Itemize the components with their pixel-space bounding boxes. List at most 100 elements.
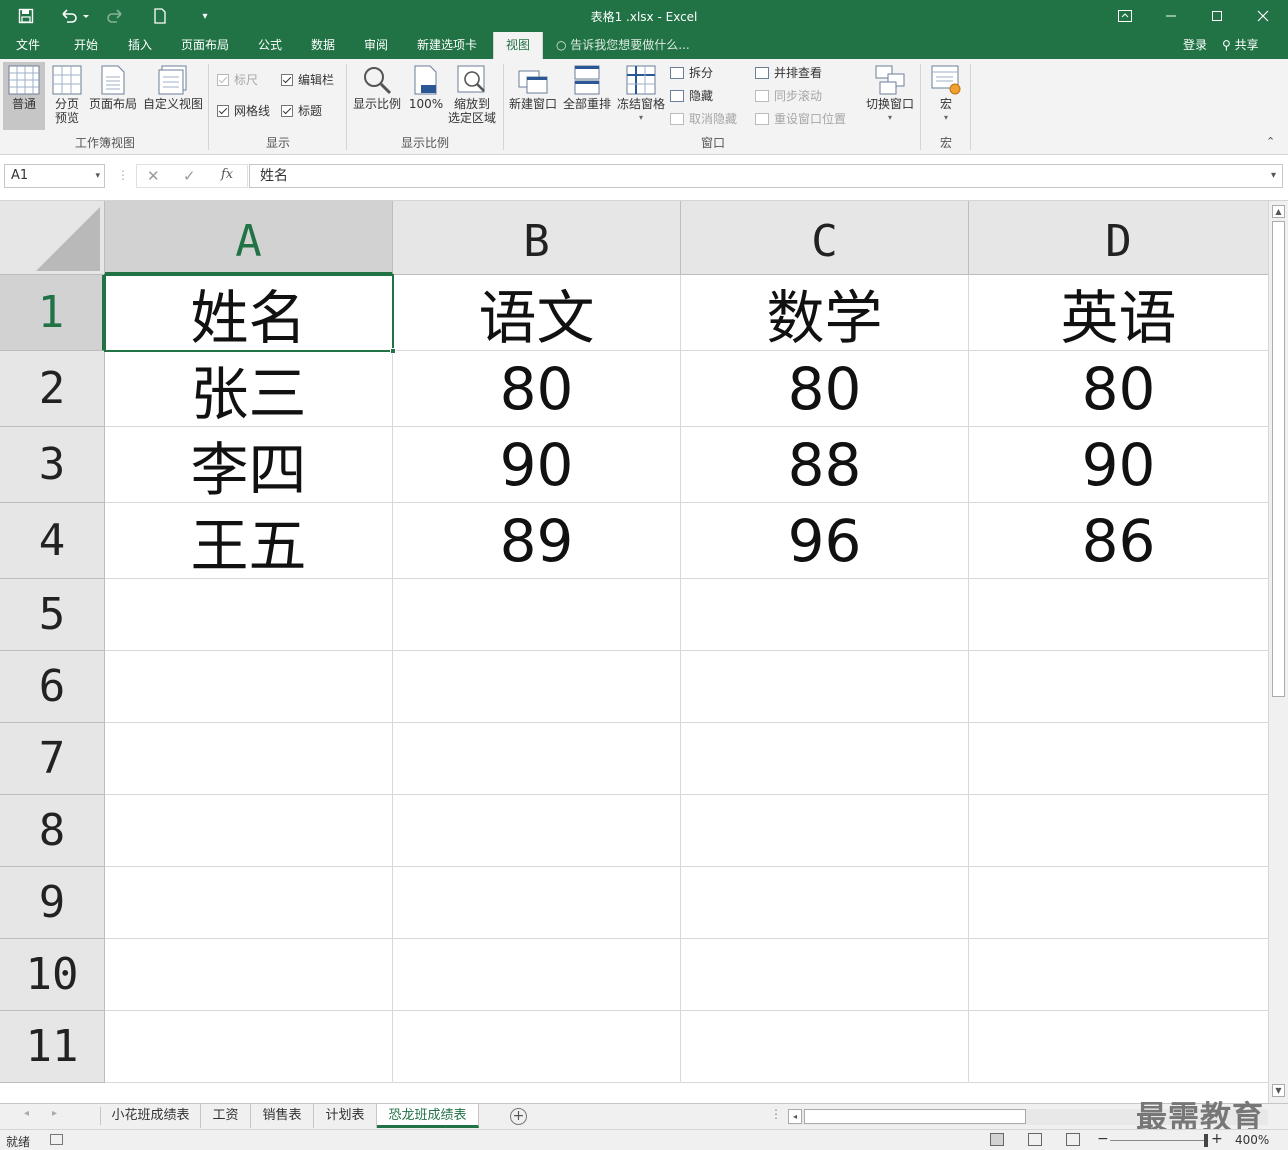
cell-c4[interactable]: 96 [681, 503, 969, 579]
next-sheet-icon[interactable]: ▸ [52, 1108, 57, 1119]
cell-a10[interactable] [105, 939, 393, 1011]
tab-view[interactable]: 视图 [493, 32, 543, 59]
tab-page-layout[interactable]: 页面布局 [172, 32, 238, 59]
undo-icon[interactable] [56, 5, 92, 27]
tell-me-box[interactable]: ○ 告诉我您想要做什么... [556, 32, 690, 59]
cell-d4[interactable]: 86 [969, 503, 1268, 579]
zoom-100-button[interactable]: 100% [406, 62, 446, 130]
enter-icon[interactable]: ✓ [183, 167, 196, 185]
select-all-corner[interactable] [0, 201, 105, 275]
horizontal-scroll-thumb[interactable] [804, 1109, 1026, 1124]
normal-view-button[interactable]: 普通 [3, 62, 45, 130]
cell-c7[interactable] [681, 723, 969, 795]
ribbon-display-options-icon[interactable] [1102, 0, 1148, 32]
cell-b4[interactable]: 89 [393, 503, 681, 579]
zoom-slider-thumb[interactable] [1204, 1134, 1208, 1147]
page-layout-view-button[interactable]: 页面布局 [88, 62, 138, 130]
tab-review[interactable]: 审阅 [352, 32, 400, 59]
cell-d6[interactable] [969, 651, 1268, 723]
row-header-7[interactable]: 7 [0, 723, 105, 795]
unhide-button[interactable]: 取消隐藏 [670, 111, 737, 127]
row-header-1[interactable]: 1 [0, 275, 105, 351]
zoom-button[interactable]: 显示比例 [350, 62, 404, 130]
redo-icon[interactable] [102, 5, 138, 27]
new-window-button[interactable]: 新建窗口 [507, 62, 559, 130]
cell-b1[interactable]: 语文 [393, 275, 681, 352]
cell-a2[interactable]: 张三 [105, 351, 393, 428]
cell-d11[interactable] [969, 1011, 1268, 1083]
macro-record-icon[interactable] [50, 1134, 63, 1145]
page-break-preview-button[interactable]: 分页 预览 [47, 62, 87, 130]
row-header-2[interactable]: 2 [0, 351, 105, 427]
sheet-tab[interactable]: 计划表 [314, 1104, 377, 1128]
cell-d2[interactable]: 80 [969, 351, 1268, 427]
cell-b10[interactable] [393, 939, 681, 1011]
cell-a8[interactable] [105, 795, 393, 867]
prev-sheet-icon[interactable]: ◂ [24, 1108, 29, 1119]
login-link[interactable]: 登录 [1183, 32, 1207, 58]
cell-b11[interactable] [393, 1011, 681, 1083]
reset-window-position-button[interactable]: 重设窗口位置 [755, 111, 846, 127]
zoom-level[interactable]: 400% [1235, 1133, 1269, 1147]
cell-a7[interactable] [105, 723, 393, 795]
sheet-tab-active[interactable]: 恐龙班成绩表 [377, 1104, 479, 1128]
ruler-checkbox[interactable]: 标尺 [217, 72, 258, 88]
row-header-8[interactable]: 8 [0, 795, 105, 867]
zoom-out-icon[interactable]: − [1097, 1131, 1109, 1147]
cell-a11[interactable] [105, 1011, 393, 1083]
cell-c9[interactable] [681, 867, 969, 939]
zoom-to-selection-button[interactable]: 缩放到 选定区域 [446, 62, 498, 130]
tab-formulas[interactable]: 公式 [246, 32, 294, 59]
hide-button[interactable]: 隐藏 [670, 88, 713, 104]
normal-view-status-icon[interactable] [990, 1133, 1004, 1146]
row-header-5[interactable]: 5 [0, 579, 105, 651]
row-header-11[interactable]: 11 [0, 1011, 105, 1083]
cell-d8[interactable] [969, 795, 1268, 867]
cancel-icon[interactable]: ✕ [147, 167, 160, 185]
headings-checkbox[interactable]: 标题 [281, 103, 322, 119]
row-header-4[interactable]: 4 [0, 503, 105, 579]
page-layout-status-icon[interactable] [1028, 1133, 1042, 1146]
row-header-3[interactable]: 3 [0, 427, 105, 503]
arrange-all-button[interactable]: 全部重排 [561, 62, 613, 130]
sync-scroll-button[interactable]: 同步滚动 [755, 88, 822, 104]
split-button[interactable]: 拆分 [670, 65, 713, 81]
cell-b3[interactable]: 90 [393, 427, 681, 503]
name-box[interactable]: A1 ▾ [4, 164, 105, 188]
cell-a3[interactable]: 李四 [105, 427, 393, 504]
gridlines-checkbox[interactable]: 网格线 [217, 103, 270, 119]
cell-b7[interactable] [393, 723, 681, 795]
row-header-10[interactable]: 10 [0, 939, 105, 1011]
cell-b2[interactable]: 80 [393, 351, 681, 427]
minimize-icon[interactable] [1148, 0, 1194, 32]
row-header-9[interactable]: 9 [0, 867, 105, 939]
cell-b5[interactable] [393, 579, 681, 651]
formula-input[interactable]: 姓名 ▾ [249, 164, 1283, 188]
scroll-up-icon[interactable]: ▲ [1272, 205, 1285, 218]
cell-a9[interactable] [105, 867, 393, 939]
customize-toolbar-icon[interactable]: ▾ [196, 5, 214, 27]
tab-file[interactable]: 文件 [6, 32, 50, 59]
zoom-in-icon[interactable]: + [1211, 1131, 1223, 1147]
resize-handle-icon[interactable]: ⋮ [117, 168, 129, 182]
cell-c8[interactable] [681, 795, 969, 867]
name-box-dropdown-icon[interactable]: ▾ [95, 165, 100, 187]
formula-bar-checkbox[interactable]: 编辑栏 [281, 72, 334, 88]
cell-a4[interactable]: 王五 [105, 503, 393, 580]
column-header-a[interactable]: A [105, 201, 393, 275]
cell-c5[interactable] [681, 579, 969, 651]
tab-home[interactable]: 开始 [62, 32, 110, 59]
sheet-tab[interactable]: 销售表 [251, 1104, 314, 1128]
share-button[interactable]: ⚲ 共享 [1222, 32, 1259, 58]
freeze-panes-button[interactable]: 冻结窗格 ▾ [615, 62, 667, 134]
custom-views-button[interactable]: 自定义视图 [141, 62, 205, 130]
expand-formula-bar-icon[interactable]: ▾ [1271, 165, 1276, 187]
tab-insert[interactable]: 插入 [116, 32, 164, 59]
collapse-ribbon-icon[interactable]: ⌃ [1266, 135, 1275, 148]
page-break-status-icon[interactable] [1066, 1133, 1080, 1146]
cell-c3[interactable]: 88 [681, 427, 969, 503]
cell-d9[interactable] [969, 867, 1268, 939]
maximize-icon[interactable] [1194, 0, 1240, 32]
new-document-icon[interactable] [150, 5, 170, 27]
cell-b9[interactable] [393, 867, 681, 939]
